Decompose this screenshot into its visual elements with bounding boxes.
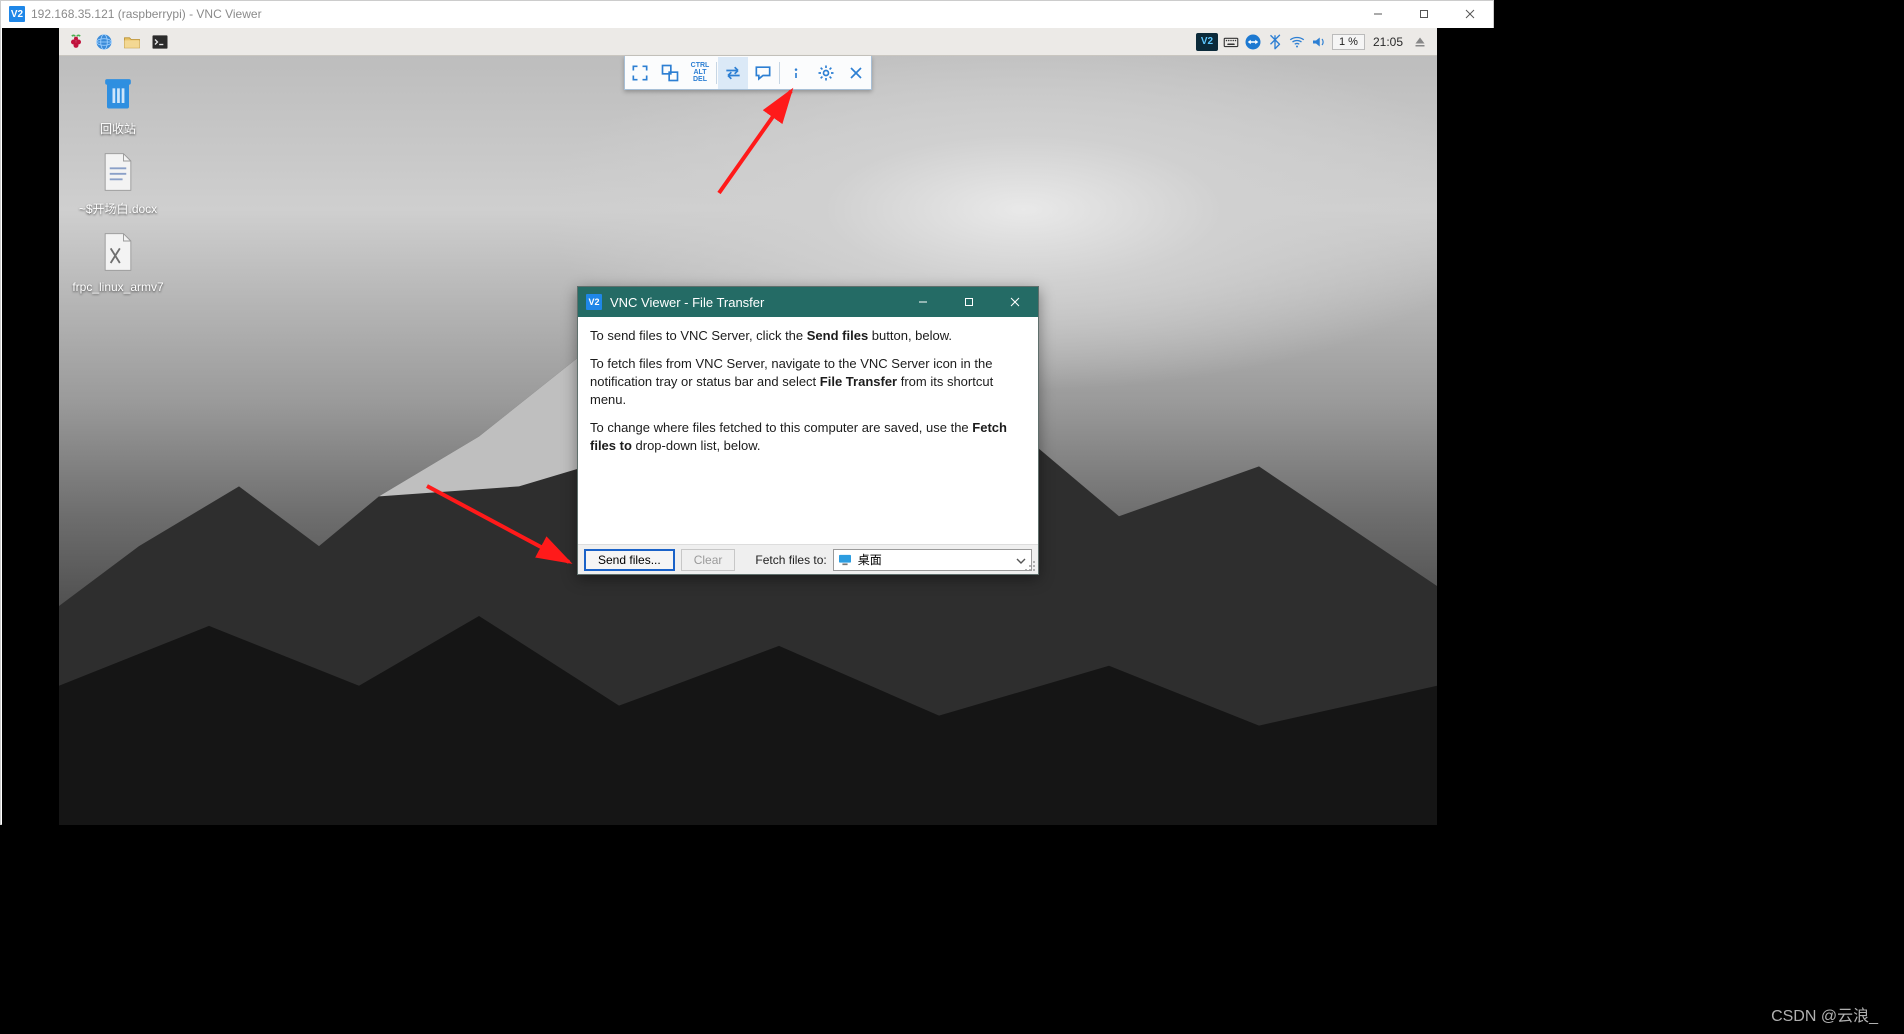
desktop-icon-docx[interactable]: ~$开场白.docx [73, 148, 163, 217]
volume-icon [1310, 33, 1328, 51]
resize-grip-icon[interactable] [1024, 560, 1036, 572]
globe-icon [94, 32, 114, 52]
scale-icon [660, 63, 680, 83]
gear-icon [816, 63, 836, 83]
teamviewer-icon [1244, 33, 1262, 51]
start-menu-button[interactable] [63, 30, 89, 54]
close-icon [846, 63, 866, 83]
vnc-viewer-window: V2 192.168.35.121 (raspberrypi) - VNC Vi… [0, 0, 1494, 825]
fullscreen-icon [630, 63, 650, 83]
file-transfer-title: VNC Viewer - File Transfer [610, 295, 764, 310]
send-files-button[interactable]: Send files... [584, 549, 675, 571]
cpu-percent-label: 1 % [1332, 34, 1365, 50]
toolbar-chat-button[interactable] [748, 57, 778, 89]
info-icon [786, 63, 806, 83]
host-window-title: 192.168.35.121 (raspberrypi) - VNC Viewe… [31, 7, 262, 21]
volume-tray-icon[interactable] [1310, 30, 1328, 54]
transfer-arrows-icon [723, 63, 743, 83]
host-maximize-button[interactable] [1401, 1, 1447, 27]
binary-file-icon [94, 228, 142, 276]
file-transfer-footer: Send files... Clear Fetch files to: 桌面 [578, 544, 1038, 574]
remote-screen[interactable]: V2 [59, 28, 1437, 825]
raspberry-icon [66, 32, 86, 52]
desktop-icon-label: frpc_linux_armv7 [72, 280, 163, 294]
terminal-button[interactable] [147, 30, 173, 54]
terminal-icon [150, 32, 170, 52]
dialog-maximize-button[interactable] [946, 287, 992, 317]
file-manager-button[interactable] [119, 30, 145, 54]
vnc-dialog-icon: V2 [586, 294, 602, 310]
chat-icon [753, 63, 773, 83]
trash-icon [94, 68, 142, 116]
vnc-app-icon: V2 [9, 6, 25, 22]
keyboard-tray-icon[interactable] [1222, 30, 1240, 54]
file-transfer-dialog: V2 VNC Viewer - File Transfer To [577, 286, 1039, 575]
eject-tray-icon[interactable] [1411, 30, 1429, 54]
folder-icon [122, 32, 142, 52]
watermark-text: CSDN @云浪_ [1771, 1002, 1878, 1026]
clear-button[interactable]: Clear [681, 549, 736, 571]
fetch-files-to-dropdown[interactable]: 桌面 [833, 549, 1032, 571]
toolbar-info-button[interactable] [781, 57, 811, 89]
ctrl-alt-del-icon: CTRLALTDEL [691, 62, 710, 83]
keyboard-icon [1222, 33, 1240, 51]
letterbox-left [2, 28, 59, 825]
document-icon [94, 148, 142, 196]
toolbar-ctrlaltdel-button[interactable]: CTRLALTDEL [685, 57, 715, 89]
dialog-close-button[interactable] [992, 287, 1038, 317]
host-minimize-button[interactable] [1355, 1, 1401, 27]
letterbox-right [1437, 28, 1494, 825]
file-transfer-instruction-3: To change where files fetched to this co… [590, 419, 1026, 455]
dialog-minimize-button[interactable] [900, 287, 946, 317]
file-transfer-instruction-1: To send files to VNC Server, click the S… [590, 327, 1026, 345]
toolbar-file-transfer-button[interactable] [718, 57, 748, 89]
toolbar-separator [779, 62, 780, 84]
file-transfer-body: To send files to VNC Server, click the S… [578, 317, 1038, 544]
web-browser-button[interactable] [91, 30, 117, 54]
fetch-files-label: Fetch files to: [755, 553, 826, 567]
vnc-server-tray-icon[interactable]: V2 [1196, 30, 1218, 54]
toolbar-fullscreen-button[interactable] [625, 57, 655, 89]
file-transfer-instruction-2: To fetch files from VNC Server, navigate… [590, 355, 1026, 409]
remote-viewport: V2 [2, 28, 1494, 825]
desktop-icon-frpc[interactable]: frpc_linux_armv7 [73, 228, 163, 294]
remote-taskbar: V2 [59, 28, 1437, 56]
wifi-tray-icon[interactable] [1288, 30, 1306, 54]
toolbar-scale-button[interactable] [655, 57, 685, 89]
desktop-icon-label: 回收站 [100, 120, 136, 137]
toolbar-separator [716, 62, 717, 84]
cpu-usage-tray[interactable]: 1 % [1332, 30, 1365, 54]
fetch-files-value: 桌面 [858, 551, 882, 568]
toolbar-settings-button[interactable] [811, 57, 841, 89]
teamviewer-tray-icon[interactable] [1244, 30, 1262, 54]
desktop-icon-trash[interactable]: 回收站 [73, 68, 163, 137]
vnc-toolbar: CTRLALTDEL [624, 56, 872, 90]
eject-icon [1411, 33, 1429, 51]
clock-tray[interactable]: 21:05 [1369, 30, 1407, 54]
toolbar-close-button[interactable] [841, 57, 871, 89]
bluetooth-tray-icon[interactable] [1266, 30, 1284, 54]
desktop-icon-label: ~$开场白.docx [79, 200, 157, 217]
file-transfer-titlebar[interactable]: V2 VNC Viewer - File Transfer [578, 287, 1038, 317]
host-titlebar[interactable]: V2 192.168.35.121 (raspberrypi) - VNC Vi… [1, 1, 1493, 27]
wifi-icon [1288, 33, 1306, 51]
bluetooth-icon [1266, 33, 1284, 51]
desktop-destination-icon [838, 554, 852, 566]
system-tray: V2 [1196, 30, 1437, 54]
host-close-button[interactable] [1447, 1, 1493, 27]
